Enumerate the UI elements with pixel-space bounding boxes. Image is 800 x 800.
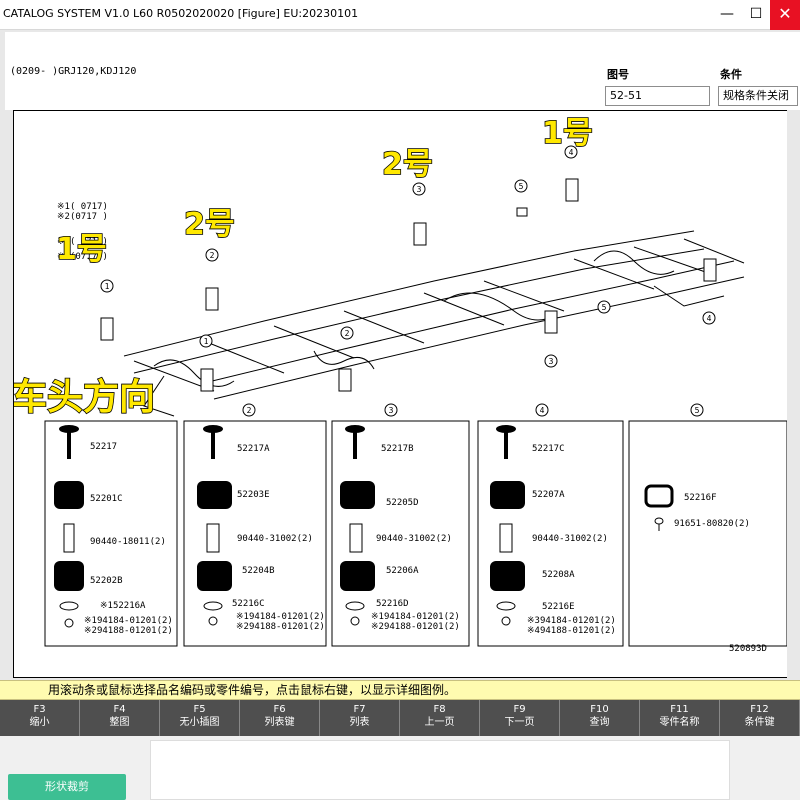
part-94184-01201[interactable]: ※194184-01201(2) (371, 612, 460, 622)
callout-4b[interactable]: 4 (702, 311, 716, 325)
svg-text:2: 2 (210, 251, 215, 260)
label-no2-left: 2号 (184, 207, 235, 242)
part-52216E[interactable]: 52216E (542, 602, 575, 612)
figure-id: 520893D (729, 644, 767, 654)
fkey-f3[interactable]: F3 缩小 (0, 700, 80, 736)
fkey-f10[interactable]: F10 查询 (560, 700, 640, 736)
condition-label: 条件 (720, 68, 742, 81)
part-52217A[interactable]: 52217A (237, 444, 270, 454)
part-52216A[interactable]: ※152216A (100, 601, 146, 611)
close-icon[interactable]: ✕ (770, 0, 800, 30)
part-94184-01201[interactable]: ※194184-01201(2) (84, 616, 173, 626)
svg-text:1: 1 (204, 337, 209, 346)
window-title: CATALOG SYSTEM V1.0 L60 R0502020020 [Fig… (3, 7, 359, 20)
fkey-f6[interactable]: F6 列表键 (240, 700, 320, 736)
part-94184-01201[interactable]: ※194184-01201(2) (236, 612, 325, 622)
fkey-f12[interactable]: F12 条件键 (720, 700, 800, 736)
svg-text:3: 3 (389, 406, 394, 415)
part-52216C[interactable]: 52216C (232, 599, 265, 609)
group-5-panel: 5 52216F 91651-80820(2) (628, 403, 788, 647)
label-no2-top: 2号 (382, 147, 433, 182)
minimize-icon[interactable]: — (712, 0, 742, 30)
figure-scrollbar[interactable] (787, 110, 800, 678)
model-code: (0209- )GRJ120,KDJ120 (10, 66, 137, 77)
bottom-panel (150, 740, 730, 800)
part-94188-01201[interactable]: ※294188-01201(2) (84, 626, 173, 636)
label-no1-top: 1号 (542, 116, 593, 151)
group-4-panel: 4 52217C 52207A 90440-31002(2) 52208A 52… (477, 403, 624, 647)
part-94188-01201[interactable]: ※294188-01201(2) (236, 622, 325, 632)
svg-text:1: 1 (105, 282, 110, 291)
part-91651-80820[interactable]: 91651-80820(2) (674, 519, 750, 529)
shape-crop-button[interactable]: 形状裁剪 (8, 774, 126, 800)
part-52207A[interactable]: 52207A (532, 490, 565, 500)
svg-text:2: 2 (247, 406, 252, 415)
part-52204B[interactable]: 52204B (242, 566, 275, 576)
fkey-f4[interactable]: F4 整图 (80, 700, 160, 736)
svg-text:5: 5 (695, 406, 700, 415)
catalog-window: CATALOG SYSTEM V1.0 L60 R0502020020 [Fig… (0, 0, 800, 800)
callout-1a[interactable]: 1 (100, 279, 114, 293)
svg-text:5: 5 (602, 303, 607, 312)
callout-3a[interactable]: 3 (412, 182, 426, 196)
svg-text:※2(0717 ): ※2(0717 ) (57, 212, 108, 222)
part-90440-31002[interactable]: 90440-31002(2) (376, 534, 452, 544)
part-94188-01201[interactable]: ※494188-01201(2) (527, 626, 616, 636)
fkey-f11[interactable]: F11 零件名称 (640, 700, 720, 736)
part-94188-01201[interactable]: ※294188-01201(2) (371, 622, 460, 632)
label-no1-left: 1号 (56, 232, 107, 267)
title-bar: CATALOG SYSTEM V1.0 L60 R0502020020 [Fig… (0, 0, 800, 30)
part-52201C[interactable]: 52201C (90, 494, 123, 504)
part-52217B[interactable]: 52217B (381, 444, 414, 454)
parts-figure[interactable]: 1 2 1 2 3 5 4 3 5 4 ※1( 0717) ※2(0717 ) … (10, 110, 795, 679)
fkey-f9[interactable]: F9 下一页 (480, 700, 560, 736)
svg-text:※1( 0717): ※1( 0717) (57, 202, 108, 212)
figure-number-field[interactable]: 52-51 (605, 86, 710, 106)
svg-text:3: 3 (417, 185, 422, 194)
svg-text:2: 2 (345, 329, 350, 338)
part-52206A[interactable]: 52206A (386, 566, 419, 576)
callout-1b[interactable]: 1 (199, 334, 213, 348)
fkey-f5[interactable]: F5 无小插图 (160, 700, 240, 736)
part-52217[interactable]: 52217 (90, 442, 117, 452)
callout-2a[interactable]: 2 (205, 248, 219, 262)
svg-text:4: 4 (540, 406, 545, 415)
svg-text:4: 4 (707, 314, 712, 323)
group-2-panel: 2 52217A 52203E 90440-31002(2) 52204B 52… (183, 403, 327, 647)
group-3-panel: 3 52217B 52205D 90440-31002(2) 52206A 52… (331, 403, 470, 647)
maximize-icon[interactable]: ☐ (742, 0, 770, 30)
part-52205D[interactable]: 52205D (386, 498, 419, 508)
fkey-f7[interactable]: F7 列表 (320, 700, 400, 736)
part-94184-01201[interactable]: ※394184-01201(2) (527, 616, 616, 626)
part-52216F[interactable]: 52216F (684, 493, 717, 503)
part-52208A[interactable]: 52208A (542, 570, 575, 580)
group-1-panel: 52217 52201C 90440-18011(2) 52202B ※1522… (44, 420, 178, 647)
callout-3b[interactable]: 3 (544, 354, 558, 368)
figure-number-label: 图号 (607, 68, 629, 81)
function-key-bar: F3 缩小 F4 整图 F5 无小插图 F6 列表键 F7 列表 F8 上一页 F9 下一页 … (0, 700, 800, 736)
callout-5a[interactable]: 5 (514, 179, 528, 193)
callout-5b[interactable]: 5 (597, 300, 611, 314)
part-90440-31002[interactable]: 90440-31002(2) (532, 534, 608, 544)
svg-text:5: 5 (519, 182, 524, 191)
parts-diagram[interactable]: 1 2 1 2 3 5 4 3 5 4 ※1( 0717) ※2(0717 ) … (10, 111, 795, 679)
callout-2b[interactable]: 2 (340, 326, 354, 340)
fkey-f8[interactable]: F8 上一页 (400, 700, 480, 736)
condition-field[interactable]: 规格条件关闭 (718, 86, 798, 106)
part-52217C[interactable]: 52217C (532, 444, 565, 454)
part-90440-18011[interactable]: 90440-18011(2) (90, 537, 166, 547)
hint-bar: 用滚动条或鼠标选择品名编码或零件编号，点击鼠标右键，以显示详细图例。 (0, 680, 800, 700)
part-90440-31002[interactable]: 90440-31002(2) (237, 534, 313, 544)
part-52216D[interactable]: 52216D (376, 599, 409, 609)
part-52202B[interactable]: 52202B (90, 576, 123, 586)
label-front-direction: 车头方向 (14, 377, 155, 418)
part-52203E[interactable]: 52203E (237, 490, 270, 500)
svg-text:3: 3 (549, 357, 554, 366)
